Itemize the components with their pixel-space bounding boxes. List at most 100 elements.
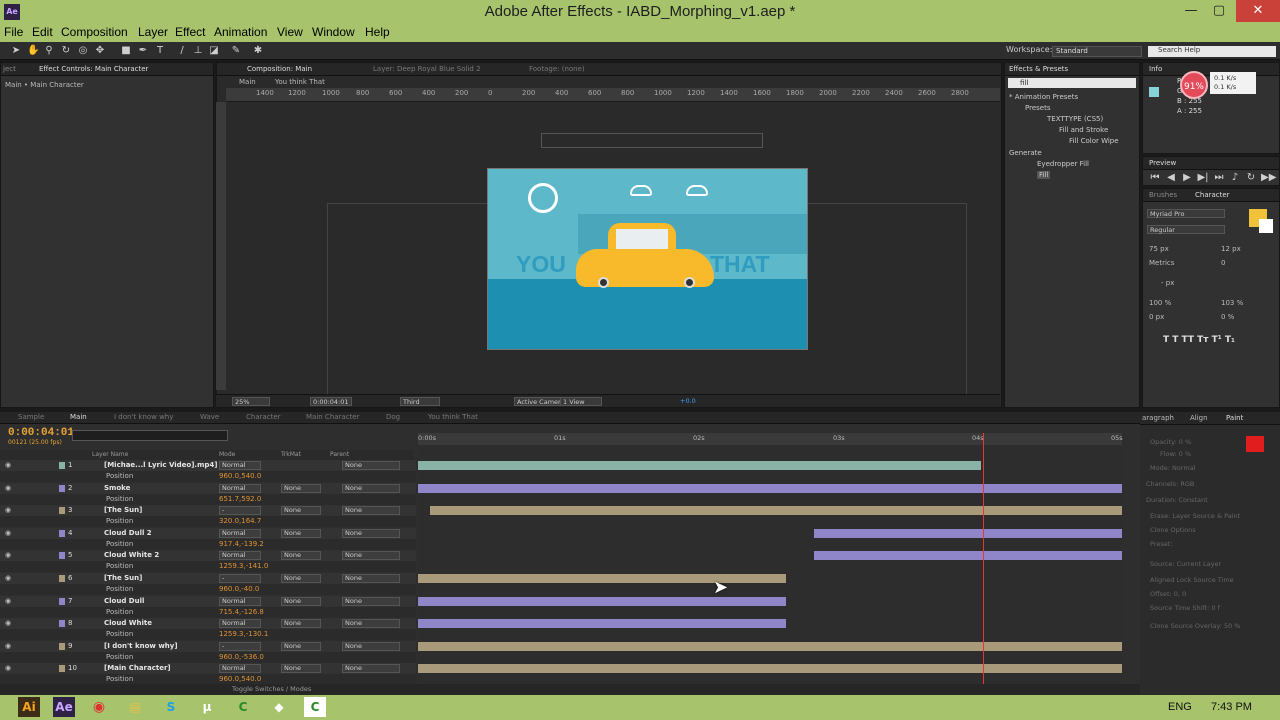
prev-frame-icon[interactable]: ◀ [1165, 172, 1177, 184]
property-value[interactable]: 1259.3,-141.0 [219, 562, 268, 570]
tree-texttype[interactable]: TEXTTYPE (CS5) [1047, 115, 1103, 123]
horizontal-scale-field[interactable]: 103 % [1221, 299, 1243, 307]
layer-duration-bar[interactable] [418, 596, 786, 606]
property-value[interactable]: 320.0,164.7 [219, 517, 261, 525]
effects-search-input[interactable]: fill [1008, 78, 1136, 88]
tab-character[interactable]: Character [1195, 189, 1230, 201]
layer-row[interactable]: ◉ 6 [The Sun] - None None [0, 573, 416, 584]
layer-duration-bar[interactable] [814, 528, 1122, 538]
layer-label-color[interactable] [59, 575, 65, 582]
layer-label-color[interactable] [59, 462, 65, 469]
text-style-buttons[interactable]: T T TT Tт T¹ T₁ [1163, 335, 1235, 345]
property-row[interactable]: Position 320.0,164.7 [0, 516, 416, 528]
parent-select[interactable]: None [342, 483, 400, 493]
toggle-switches-modes[interactable]: Toggle Switches / Modes [232, 685, 311, 693]
mode-select[interactable]: - [219, 506, 261, 516]
trkmat-select[interactable]: None [281, 506, 321, 516]
property-value[interactable]: 960.0,540.0 [219, 675, 261, 683]
layer-name[interactable]: Cloud White 2 [104, 551, 159, 559]
menu-layer[interactable]: Layer [138, 25, 168, 39]
layer-row[interactable]: ◉ 10 [Main Character] Normal None None [0, 663, 416, 675]
first-frame-icon[interactable]: ⏮ [1149, 172, 1161, 184]
tab-composition[interactable]: Composition: Main [247, 63, 312, 75]
composition-frame[interactable]: YOU THAT [487, 168, 808, 350]
tsume-field[interactable]: 0 % [1221, 313, 1234, 321]
parent-select[interactable]: None [342, 528, 400, 538]
property-row[interactable]: Position 651.7,592.0 [0, 493, 416, 505]
property-value[interactable]: 960.0,-536.0 [219, 653, 264, 661]
layer-name[interactable]: Cloud Dull 2 [104, 529, 152, 537]
tree-generate[interactable]: Generate [1009, 149, 1042, 157]
layer-row[interactable]: ◉ 3 [The Sun] - None None [0, 505, 416, 517]
menu-file[interactable]: File [4, 25, 23, 39]
pen-tool-icon[interactable]: ✒ [137, 45, 149, 57]
eraser-tool-icon[interactable]: ◪ [208, 45, 220, 57]
layer-row[interactable]: ◉ 5 Cloud White 2 Normal None None [0, 550, 416, 562]
layer-label-color[interactable] [59, 552, 65, 560]
layer-row[interactable]: ◉ 7 Cloud Dull Normal None None [0, 595, 416, 607]
brush-tool-icon[interactable]: / [176, 45, 188, 57]
layer-label-color[interactable] [59, 620, 65, 628]
mode-select[interactable]: Normal [219, 528, 261, 538]
search-help-input[interactable]: Search Help [1148, 46, 1276, 57]
puppet-tool-icon[interactable]: ✱ [252, 45, 264, 57]
tab-project[interactable]: ject [3, 63, 16, 75]
clone-stamp-tool-icon[interactable]: ⊥ [192, 45, 204, 57]
view-layout-select[interactable]: 1 View [560, 397, 602, 406]
stroke-color-swatch[interactable] [1259, 219, 1273, 233]
trkmat-select[interactable]: None [281, 619, 321, 629]
tab-info[interactable]: Info [1149, 63, 1162, 75]
breadcrumb-you-think-that[interactable]: You think That [275, 76, 325, 88]
app-taskbar-icon[interactable]: ◆ [268, 697, 290, 717]
layer-search-input[interactable] [72, 430, 228, 441]
mode-select[interactable]: Normal [219, 596, 261, 606]
timeline-graph[interactable] [418, 445, 1122, 685]
tab-wave[interactable]: Wave [200, 413, 219, 421]
layer-duration-bar[interactable] [418, 574, 786, 583]
property-value[interactable]: 960.0,-40.0 [219, 585, 259, 593]
tree-fill-color-wipe[interactable]: Fill Color Wipe [1069, 137, 1119, 145]
type-tool-icon[interactable]: T [154, 45, 166, 57]
property-row[interactable]: Position 917.4,-139.2 [0, 538, 416, 550]
mode-select[interactable]: Normal [219, 461, 261, 470]
tab-effect-controls[interactable]: Effect Controls: Main Character [39, 63, 148, 75]
tab-brushes[interactable]: Brushes [1149, 189, 1177, 201]
input-language[interactable]: ENG [1168, 701, 1192, 713]
tab-preview[interactable]: Preview [1149, 157, 1176, 169]
tree-eyedropper-fill[interactable]: Eyedropper Fill [1037, 160, 1089, 168]
menu-animation[interactable]: Animation [214, 25, 267, 39]
camera-tool-icon[interactable]: ◎ [77, 45, 89, 57]
layer-duration-bar[interactable] [418, 483, 1122, 493]
tab-align[interactable]: Align [1190, 412, 1208, 424]
parent-select[interactable]: None [342, 574, 400, 583]
layer-name[interactable]: Cloud Dull [104, 597, 144, 605]
layer-label-color[interactable] [59, 484, 65, 492]
layer-duration-bar[interactable] [418, 641, 1122, 651]
layer-name[interactable]: Smoke [104, 484, 130, 492]
utorrent-taskbar-icon[interactable]: µ [196, 697, 218, 717]
property-value[interactable]: 960.0,540.0 [219, 472, 261, 480]
menu-effect[interactable]: Effect [175, 25, 205, 39]
next-frame-icon[interactable]: ▶| [1197, 172, 1209, 184]
tree-fill[interactable]: Fill [1037, 171, 1051, 179]
visibility-eye-icon[interactable]: ◉ [5, 506, 11, 514]
maximize-button[interactable]: ▢ [1204, 0, 1234, 22]
tab-you-think-that[interactable]: You think That [428, 413, 478, 421]
file-explorer-taskbar-icon[interactable]: ▤ [124, 697, 146, 717]
tab-main[interactable]: Main [70, 413, 87, 421]
property-row[interactable]: Position 1259.3,-141.0 [0, 561, 416, 573]
parent-select[interactable]: None [342, 461, 400, 470]
illustrator-taskbar-icon[interactable]: Ai [18, 697, 40, 717]
camtasia-recorder-taskbar-icon[interactable]: C [304, 697, 326, 717]
mode-select[interactable]: Normal [219, 664, 261, 674]
viewer-timecode[interactable]: 0:00:04:01 [310, 397, 352, 406]
layer-name[interactable]: [I don't know why] [104, 642, 178, 650]
font-family-select[interactable]: Myriad Pro [1147, 209, 1225, 218]
mode-select[interactable]: Normal [219, 619, 261, 629]
header-parent[interactable]: Parent [330, 451, 349, 458]
layer-label-color[interactable] [59, 642, 65, 650]
property-value[interactable]: 651.7,592.0 [219, 495, 261, 503]
timeline-timecode[interactable]: 0:00:04:01 [8, 427, 74, 439]
layer-label-color[interactable] [59, 507, 65, 515]
leading-field[interactable]: 12 px [1221, 245, 1241, 253]
